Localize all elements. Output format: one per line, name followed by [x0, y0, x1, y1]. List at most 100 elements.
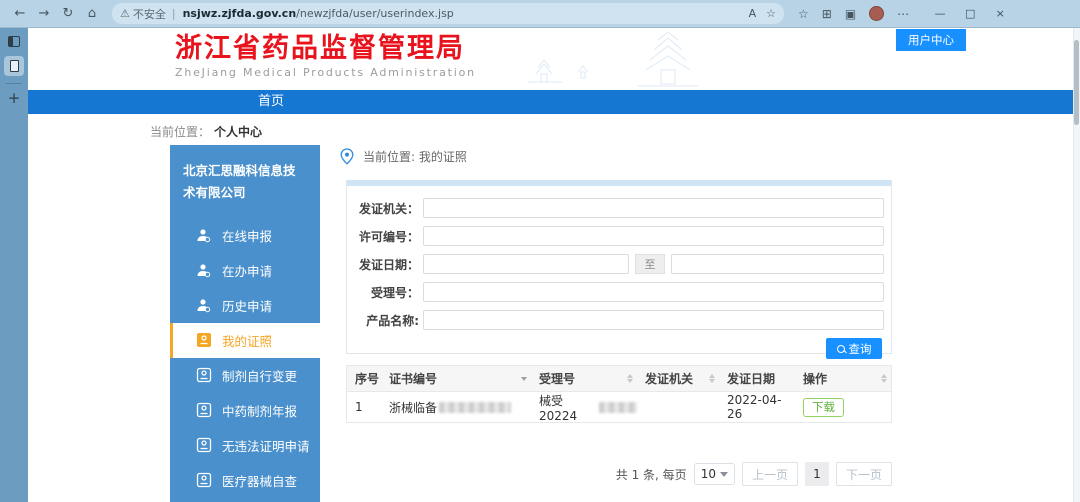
- sidebar-item-history-applications[interactable]: 历史申请: [170, 288, 320, 323]
- sort-icon[interactable]: [881, 374, 887, 383]
- sidebar-item-tcm-annual-report[interactable]: 中药制剂年报: [170, 393, 320, 428]
- url-separator: |: [172, 7, 176, 20]
- col-header-cert-no[interactable]: 证书编号: [381, 366, 531, 391]
- new-tab-button[interactable]: +: [8, 89, 21, 107]
- sort-icon[interactable]: [627, 374, 633, 383]
- sidebar-item-label: 我的证照: [222, 331, 272, 350]
- issuing-authority-label: 发证机关：: [347, 200, 419, 217]
- current-page[interactable]: 1: [805, 462, 829, 486]
- breadcrumb-label: 当前位置：: [150, 125, 210, 139]
- page-content: 浙江省药品监督管理局 ZheJiang Medical Products Adm…: [28, 28, 1073, 502]
- col-header-seq[interactable]: 序号: [347, 366, 381, 391]
- redacted-text: [439, 402, 511, 413]
- essentials-icon[interactable]: ▣: [845, 7, 856, 21]
- favorite-star-icon[interactable]: ☆: [766, 7, 776, 20]
- sidebar-item-label: 制剂自行变更: [222, 366, 297, 385]
- issue-date-end-input[interactable]: [671, 254, 884, 274]
- col-header-accept-no[interactable]: 受理号: [531, 366, 637, 391]
- sidebar-item-device-self-inspection[interactable]: 医疗器械自查: [170, 463, 320, 498]
- sidebar-item-my-certificates[interactable]: 我的证照: [170, 323, 320, 358]
- site-title: 浙江省药品监督管理局: [175, 34, 476, 64]
- user-center-button[interactable]: 用户中心: [896, 29, 966, 51]
- product-name-input[interactable]: [423, 310, 884, 330]
- breadcrumb: 当前位置：个人中心: [150, 123, 262, 140]
- site-subtitle: ZheJiang Medical Products Administration: [175, 66, 476, 79]
- cell-authority: [637, 392, 719, 422]
- active-tab[interactable]: [4, 56, 24, 76]
- next-page-button[interactable]: 下一页: [836, 462, 892, 486]
- sort-desc-icon[interactable]: [521, 377, 527, 381]
- issue-date-start-input[interactable]: [423, 254, 629, 274]
- sidebar-item-label: 中药制剂年报: [222, 401, 297, 420]
- company-name: 北京汇思融科信息技术有限公司: [170, 145, 320, 214]
- search-button-label: 查询: [849, 341, 872, 357]
- prev-page-button[interactable]: 上一页: [742, 462, 798, 486]
- page-tab-icon: [10, 60, 19, 72]
- table-row: 1 浙械临备 械受20224 2022-04-26 下载: [347, 392, 891, 422]
- scrollbar-thumb[interactable]: [1074, 40, 1079, 125]
- redacted-text: [599, 402, 637, 413]
- search-form-panel: 发证机关： 许可编号： 发证日期： 至 受理号：: [346, 180, 892, 354]
- pagination-total: 共 1 条, 每页: [616, 466, 687, 483]
- acceptance-no-input[interactable]: [423, 282, 884, 302]
- cell-action: 下载: [795, 392, 891, 422]
- certificate-icon: [195, 332, 212, 349]
- browser-toolbar: ← → ↻ ⌂ ⚠ 不安全 | nsjwz.zjfda.gov.cn/newzj…: [0, 0, 1080, 28]
- col-header-action[interactable]: 操作: [795, 366, 891, 391]
- read-aloud-icon[interactable]: A: [749, 7, 757, 20]
- search-button[interactable]: 查询: [826, 338, 882, 359]
- profile-avatar[interactable]: [869, 6, 884, 21]
- home-icon[interactable]: ⌂: [80, 3, 104, 25]
- content-breadcrumb-label: 当前位置:: [363, 148, 415, 165]
- license-no-input[interactable]: [423, 226, 884, 246]
- nav-home-tab[interactable]: 首页: [228, 90, 314, 114]
- minimize-button[interactable]: —: [925, 1, 955, 27]
- warning-icon: ⚠: [120, 7, 130, 20]
- date-range-separator: 至: [635, 254, 665, 274]
- maximize-button[interactable]: □: [955, 1, 985, 27]
- page-size-select[interactable]: 10: [694, 463, 735, 485]
- security-label[interactable]: 不安全: [133, 6, 166, 22]
- vertical-tabs-toggle-icon[interactable]: [8, 36, 20, 47]
- results-table: 序号 证书编号 受理号 发证机关 发证日期 操作 1 浙械临备 械受20224 …: [346, 365, 892, 423]
- col-header-issue-date[interactable]: 发证日期: [719, 366, 795, 391]
- certificate-icon: [195, 367, 212, 384]
- acceptance-no-label: 受理号：: [347, 284, 419, 301]
- search-icon: [837, 345, 845, 353]
- url-path: /newzjfda/user/userindex.jsp: [296, 7, 454, 20]
- forward-icon[interactable]: →: [32, 3, 56, 25]
- pagoda-watermark: [498, 30, 758, 90]
- table-header-row: 序号 证书编号 受理号 发证机关 发证日期 操作: [347, 366, 891, 392]
- col-header-authority[interactable]: 发证机关: [637, 366, 719, 391]
- issuing-authority-input[interactable]: [423, 198, 884, 218]
- favorites-icon[interactable]: ☆: [798, 7, 809, 21]
- back-icon[interactable]: ←: [8, 3, 32, 25]
- sidebar-item-online-declaration[interactable]: 在线申报: [170, 218, 320, 253]
- download-button[interactable]: 下载: [803, 398, 844, 417]
- page-scrollbar[interactable]: [1073, 28, 1080, 502]
- sidebar: 北京汇思融科信息技术有限公司 在线申报 在办申请: [170, 145, 320, 502]
- sidebar-item-label: 无违法证明申请: [222, 436, 310, 455]
- sort-icon[interactable]: [709, 374, 715, 383]
- sidebar-item-no-violation-certificate[interactable]: 无违法证明申请: [170, 428, 320, 463]
- license-no-label: 许可编号：: [347, 228, 419, 245]
- address-bar[interactable]: ⚠ 不安全 | nsjwz.zjfda.gov.cn/newzjfda/user…: [112, 3, 784, 24]
- sidebar-item-pending-applications[interactable]: 在办申请: [170, 253, 320, 288]
- more-menu-icon[interactable]: ⋯: [897, 7, 909, 21]
- content-breadcrumb: 当前位置: 我的证照: [340, 148, 467, 165]
- certificate-icon: [195, 437, 212, 454]
- content-breadcrumb-value: 我的证照: [419, 148, 467, 165]
- sidebar-item-preparation-change[interactable]: 制剂自行变更: [170, 358, 320, 393]
- user-icon: [195, 297, 212, 314]
- certificate-icon: [195, 402, 212, 419]
- collections-icon[interactable]: ⊞: [822, 7, 832, 21]
- sidebar-item-label: 医疗器械自查: [222, 471, 297, 490]
- page-size-value: 10: [701, 467, 716, 481]
- sidebar-item-label: 历史申请: [222, 296, 272, 315]
- cell-accept-no: 械受20224: [531, 392, 637, 422]
- sidebar-item-label: 在线申报: [222, 226, 272, 245]
- pagination: 共 1 条, 每页 10 上一页 1 下一页: [346, 462, 892, 486]
- refresh-icon[interactable]: ↻: [56, 3, 80, 25]
- close-button[interactable]: ×: [985, 1, 1015, 27]
- product-name-label: 产品名称:: [347, 312, 419, 329]
